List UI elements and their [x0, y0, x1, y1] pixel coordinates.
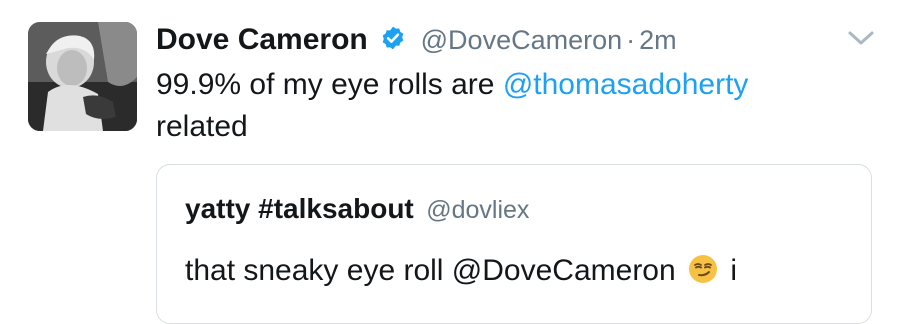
avatar-photo [28, 22, 137, 131]
quoted-tweet-text: that sneaky eye roll @DoveCameron i [185, 251, 845, 291]
tweet-header: Dove Cameron @DoveCameron · 2m [156, 20, 677, 62]
quoted-text-after: i [722, 254, 738, 287]
quoted-tweet[interactable]: yatty #talksabout @dovliex that sneaky e… [156, 164, 872, 324]
mention-link[interactable]: @thomasadoherty [503, 68, 749, 101]
author-handle[interactable]: @DoveCameron [421, 25, 623, 55]
tweet-timestamp[interactable]: 2m [639, 25, 677, 55]
tweet-text-after: related [156, 110, 248, 143]
chevron-down-icon[interactable] [846, 28, 876, 48]
tweet-text: 99.9% of my eye rolls are @thomasadohert… [156, 64, 846, 148]
separator-dot: · [626, 25, 636, 55]
tweet: Dove Cameron @DoveCameron · 2m 99.9% of my… [0, 0, 899, 324]
tweet-text-before: 99.9% of my eye rolls are [156, 68, 503, 101]
verified-badge-icon [380, 25, 406, 51]
author-name[interactable]: Dove Cameron [156, 23, 368, 56]
quoted-author-handle: @dovliex [426, 196, 530, 224]
quoted-text-before: that sneaky eye roll @DoveCameron [185, 254, 685, 287]
smirking-face-emoji [688, 254, 718, 284]
avatar[interactable] [28, 22, 137, 131]
quoted-author-name: yatty #talksabout [185, 193, 414, 224]
quoted-tweet-header: yatty #talksabout @dovliex [185, 191, 529, 228]
